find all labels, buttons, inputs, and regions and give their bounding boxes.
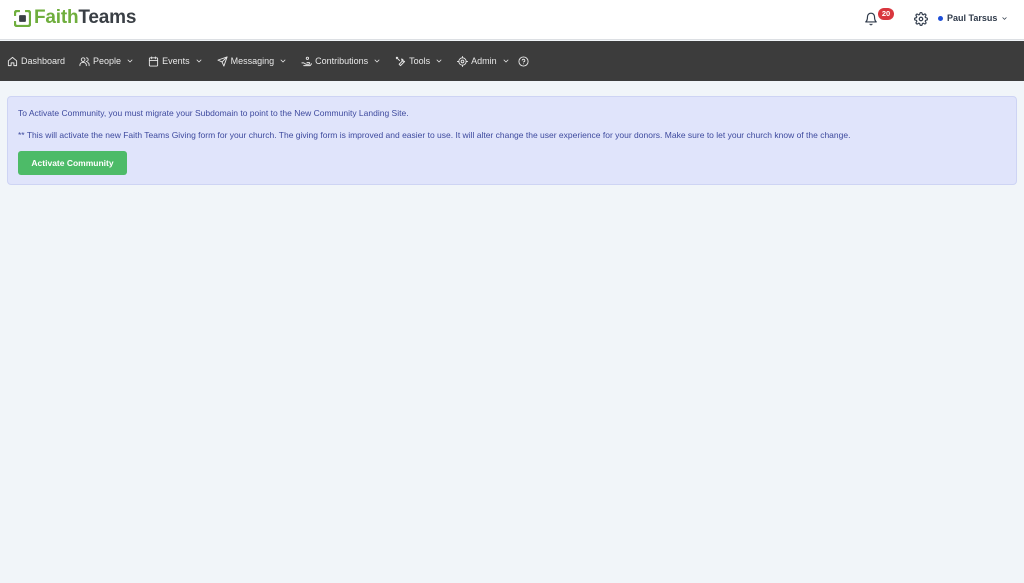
- gear-icon[interactable]: [914, 12, 928, 26]
- admin-gear-icon: [457, 55, 469, 67]
- nav-people[interactable]: People: [79, 41, 134, 81]
- calendar-icon: [148, 55, 159, 67]
- people-icon: [79, 56, 90, 66]
- chevron-down-icon: [503, 59, 509, 63]
- nav-people-label: People: [93, 56, 122, 66]
- chevron-down-icon: [127, 59, 133, 63]
- faithteams-logo[interactable]: FaithTeams: [14, 7, 136, 29]
- brand-name-part2: Teams: [78, 7, 137, 28]
- chevron-down-icon: [1002, 16, 1007, 20]
- nav-admin-label: Admin: [471, 56, 497, 66]
- notification-badge: 20: [878, 8, 894, 20]
- send-icon: [217, 55, 228, 67]
- online-status-dot: [938, 15, 943, 21]
- home-icon: [7, 56, 18, 66]
- nav-dashboard-label: Dashboard: [21, 56, 66, 66]
- alert-note: ** This will activate the new Faith Team…: [18, 130, 851, 140]
- nav-contributions-label: Contributions: [315, 56, 369, 66]
- top-header: FaithTeams 20 Paul Tarsus: [0, 0, 1024, 40]
- main-navbar: Dashboard People Events Messaging Contri…: [0, 41, 1024, 81]
- brand-name: FaithTeams: [34, 7, 136, 29]
- activate-community-button[interactable]: Activate Community: [18, 151, 127, 175]
- nav-messaging[interactable]: Messaging: [217, 41, 288, 81]
- bell-icon[interactable]: [864, 12, 878, 26]
- logo-mark-icon: [14, 9, 31, 27]
- user-name: Paul Tarsus: [947, 13, 998, 23]
- help-icon[interactable]: [518, 55, 529, 67]
- tools-icon: [396, 56, 406, 66]
- chevron-down-icon: [436, 59, 442, 63]
- activate-community-alert: To Activate Community, you must migrate …: [7, 96, 1017, 185]
- nav-admin[interactable]: Admin: [457, 41, 510, 81]
- giving-hand-icon: [301, 56, 313, 66]
- nav-events-label: Events: [162, 56, 190, 66]
- nav-messaging-label: Messaging: [230, 56, 275, 66]
- nav-events[interactable]: Events: [148, 41, 203, 81]
- chevron-down-icon: [280, 59, 286, 63]
- nav-tools[interactable]: Tools: [395, 41, 443, 81]
- nav-contributions[interactable]: Contributions: [301, 41, 381, 81]
- nav-tools-label: Tools: [409, 56, 431, 66]
- brand-name-part1: Faith: [34, 7, 79, 28]
- chevron-down-icon: [196, 59, 201, 63]
- nav-dashboard[interactable]: Dashboard: [7, 41, 65, 81]
- alert-message: To Activate Community, you must migrate …: [18, 108, 409, 118]
- chevron-down-icon: [374, 59, 380, 63]
- user-menu[interactable]: Paul Tarsus: [938, 13, 1008, 23]
